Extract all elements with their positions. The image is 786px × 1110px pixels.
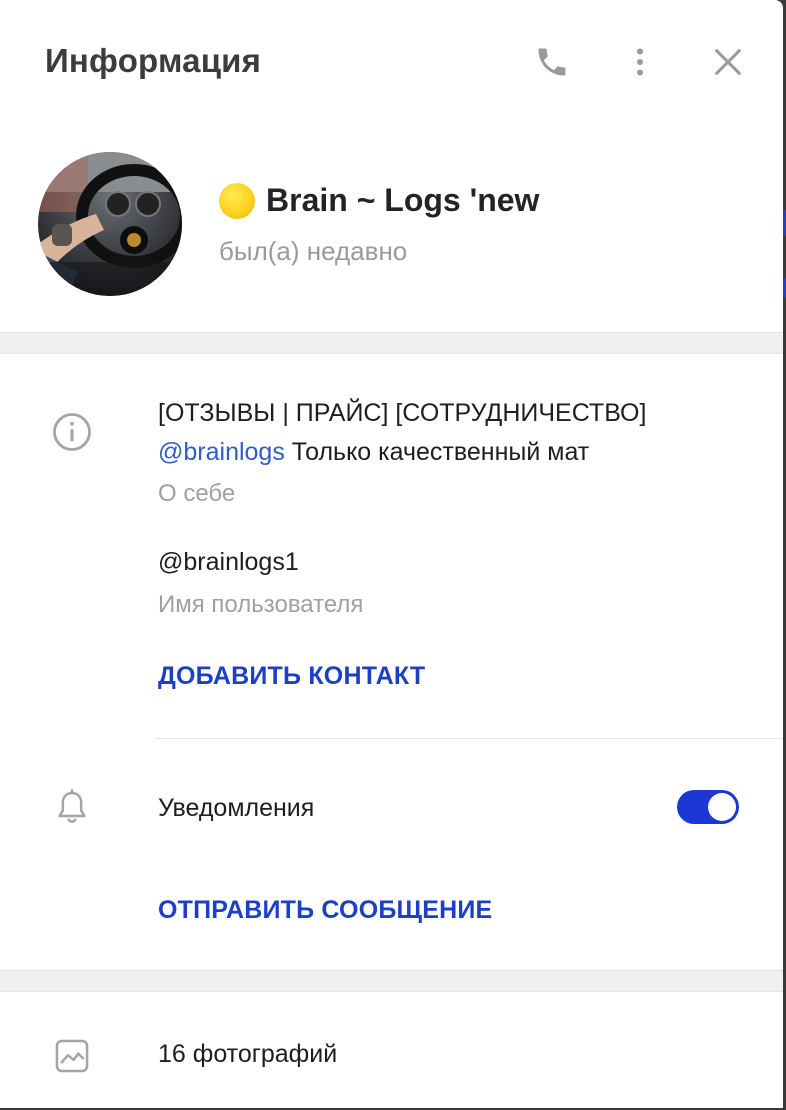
profile-header: Brain ~ Logs 'new был(а) недавно <box>0 124 783 332</box>
avatar-photo <box>38 152 182 296</box>
section-divider <box>0 332 783 354</box>
add-contact-button[interactable]: ДОБАВИТЬ КОНТАКТ <box>158 662 763 691</box>
bell-icon <box>58 789 86 823</box>
bio-text-rest: Только качественный мат <box>284 438 590 466</box>
info-section: [ОТЗЫВЫ | ПРАЙС] [СОТРУДНИЧЕСТВО] @brain… <box>0 352 783 970</box>
panel-header: Информация <box>0 0 783 124</box>
media-section[interactable]: 16 фотографий <box>0 992 783 1108</box>
close-icon <box>715 49 741 75</box>
more-vertical-icon <box>637 48 643 76</box>
bio-line-1: [ОТЗЫВЫ | ПРАЙС] [СОТРУДНИЧЕСТВО] <box>158 399 647 427</box>
notifications-toggle[interactable] <box>677 790 739 824</box>
username-block[interactable]: @brainlogs1 Имя пользователя <box>158 548 763 619</box>
separator-line <box>155 738 783 739</box>
phone-icon <box>538 48 566 76</box>
contact-name: Brain ~ Logs 'new <box>266 182 540 218</box>
last-seen-status: был(а) недавно <box>219 236 408 266</box>
notifications-icon-wrap <box>50 786 94 830</box>
bio-line-2: @brainlogs Только качественный мат <box>158 433 763 472</box>
send-message-button[interactable]: ОТПРАВИТЬ СООБЩЕНИЕ <box>158 896 763 925</box>
status-emoji-icon <box>219 182 255 219</box>
username-label: Имя пользователя <box>158 591 364 618</box>
bio-label: О себе <box>158 480 236 507</box>
section-divider-2 <box>0 970 783 992</box>
about-icon-wrap <box>50 410 94 454</box>
username-value: @brainlogs1 <box>158 548 299 576</box>
user-info-panel: Информация Brain ~ Logs 'new был(а) неда… <box>0 0 783 1108</box>
more-options-button[interactable] <box>618 40 662 84</box>
panel-title: Информация <box>45 42 262 79</box>
name-row: Brain ~ Logs 'new <box>219 182 539 219</box>
avatar[interactable] <box>38 152 182 296</box>
info-icon <box>53 413 91 451</box>
call-button[interactable] <box>530 40 574 84</box>
photos-count-label: 16 фотографий <box>158 1040 338 1068</box>
photos-icon-wrap <box>50 1034 94 1078</box>
toggle-knob <box>708 793 736 821</box>
bio-mention-link[interactable]: @brainlogs <box>158 438 285 466</box>
bio-block: [ОТЗЫВЫ | ПРАЙС] [СОТРУДНИЧЕСТВО] @brain… <box>158 394 763 508</box>
close-button[interactable] <box>706 40 750 84</box>
notifications-label: Уведомления <box>158 794 315 822</box>
photo-icon <box>55 1039 89 1073</box>
